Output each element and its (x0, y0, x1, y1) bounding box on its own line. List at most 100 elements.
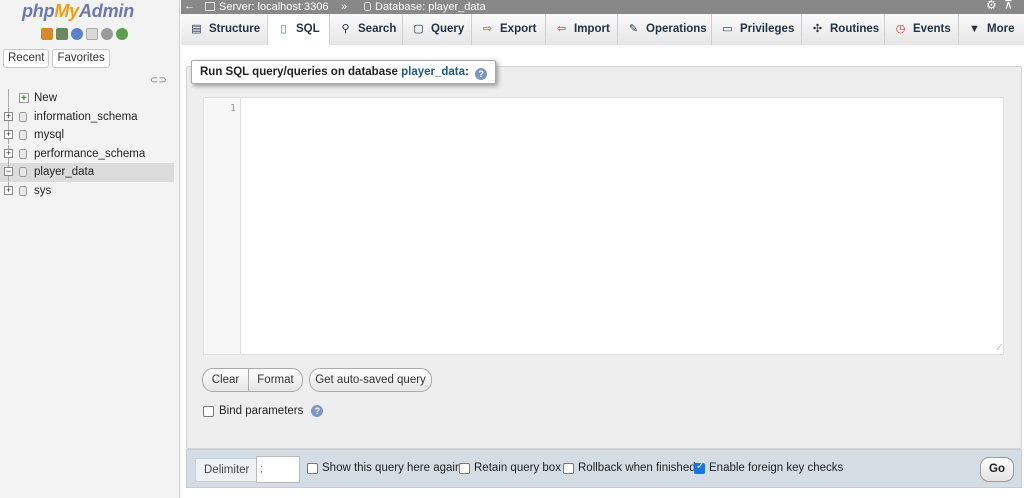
tree-item-label: performance_schema (34, 147, 146, 160)
tab-more[interactable]: ▼ More (959, 14, 1024, 45)
gear-icon[interactable]: ⚙ (986, 0, 997, 12)
resize-handle-icon[interactable]: ⟋ (996, 343, 1002, 353)
legend-database-link[interactable]: player_data (401, 66, 465, 78)
database-icon (19, 111, 27, 122)
tab-search[interactable]: ⚲ Search (330, 14, 403, 45)
query-icon: ▢ (413, 23, 424, 35)
reload-icon[interactable] (116, 28, 128, 40)
retain-query-box-checkbox[interactable] (459, 462, 470, 474)
nav-tabs: Recent Favorites (3, 49, 110, 68)
back-arrow-icon[interactable]: ← (184, 0, 195, 13)
tree-item-label: sys (34, 184, 52, 197)
link-with-main-panel-icon[interactable]: ⊂⊃ (150, 75, 167, 86)
delimiter-label: Delimiter (195, 458, 259, 482)
rollback-when-finished-option[interactable]: Rollback when finished (563, 462, 696, 474)
docs-icon[interactable] (86, 28, 98, 40)
tree-item-information-schema[interactable]: + information_schema (0, 107, 174, 127)
line-number-gutter: 1 (204, 98, 241, 354)
expand-icon[interactable]: + (4, 185, 13, 195)
tab-import[interactable]: ⇦ Import (546, 14, 618, 45)
database-icon (19, 167, 27, 177)
line-number: 1 (229, 103, 236, 114)
tree-item-sys[interactable]: + sys (0, 181, 174, 201)
search-icon: ⚲ (341, 23, 350, 35)
tree-item-player-data[interactable]: − player_data (0, 163, 174, 182)
bind-parameters-checkbox[interactable] (203, 405, 214, 417)
export-icon: ⇨ (482, 23, 493, 35)
expand-icon[interactable]: + (4, 130, 13, 139)
top-menu: ▤ Structure ▯ SQL ⚲ Search ▢ Query ⇨ Export ⇦… (181, 14, 1024, 45)
logout-icon[interactable] (56, 28, 68, 40)
legend-colon: : (465, 66, 469, 78)
tab-privileges[interactable]: ▭ Privileges (712, 14, 802, 45)
tree-line (8, 89, 9, 107)
legend-text: Run SQL query/queries on database (200, 66, 398, 78)
new-icon (19, 90, 29, 109)
navigation-panel: phpMyAdmin Recent Favorites ⊂⊃ New + inf… (0, 0, 180, 498)
tree-item-label: information_schema (34, 110, 138, 123)
tab-export[interactable]: ⇨ Export (472, 14, 546, 45)
collapse-top-icon[interactable]: ⊼ (1004, 0, 1013, 12)
tab-operations[interactable]: ✎ Operations (618, 14, 712, 45)
privileges-icon: ▭ (722, 23, 733, 35)
help-icon[interactable] (71, 28, 83, 40)
tab-events[interactable]: ◷ Events (885, 14, 959, 45)
tab-routines[interactable]: ✣ Routines (802, 14, 885, 45)
home-icon[interactable] (41, 28, 53, 40)
rollback-when-finished-checkbox[interactable] (563, 462, 574, 474)
breadcrumb-database-label: Database: player_data (375, 1, 486, 13)
import-icon: ⇦ (556, 23, 567, 35)
go-button[interactable]: Go (980, 457, 1014, 482)
sql-panel-legend: Run SQL query/queries on database player… (191, 60, 497, 84)
breadcrumb-separator: » (341, 1, 348, 13)
tree-item-label: player_data (34, 166, 95, 178)
enable-foreign-key-checks-option[interactable]: Enable foreign key checks (694, 461, 843, 474)
bind-parameters-row: Bind parameters ? (203, 405, 324, 417)
collapse-icon[interactable]: − (4, 167, 13, 176)
breadcrumb-server[interactable]: Server: localhost:3306 (205, 0, 328, 14)
show-query-again-option[interactable]: Show this query here again (307, 462, 461, 474)
enable-foreign-key-checks-checkbox[interactable] (694, 461, 705, 474)
nav-icon-toolbar (41, 28, 128, 40)
routines-icon: ✣ (812, 23, 823, 35)
format-button[interactable]: Format (248, 368, 303, 392)
breadcrumb-server-label: Server: localhost:3306 (219, 1, 329, 13)
server-icon (205, 2, 215, 11)
tab-sql[interactable]: ▯ SQL (268, 14, 330, 45)
tree-item-performance-schema[interactable]: + performance_schema (0, 144, 174, 164)
retain-query-box-option[interactable]: Retain query box (459, 462, 561, 474)
help-icon[interactable]: ? (475, 68, 488, 80)
show-query-again-checkbox[interactable] (307, 462, 318, 474)
favorites-tab[interactable]: Favorites (52, 49, 110, 68)
tree-item-label: mysql (34, 129, 65, 141)
get-auto-saved-query-button[interactable]: Get auto-saved query (309, 368, 432, 392)
structure-icon: ▤ (191, 23, 202, 35)
database-icon (364, 2, 371, 11)
wrench-icon: ✎ (628, 23, 639, 35)
bind-parameters-label: Bind parameters (219, 405, 304, 417)
phpmyadmin-logo[interactable]: phpMyAdmin (22, 1, 134, 22)
tree-item-mysql[interactable]: + mysql (0, 126, 174, 145)
recent-tab[interactable]: Recent (3, 49, 50, 68)
breadcrumb-database[interactable]: Database: player_data (364, 0, 486, 14)
tree-item-new[interactable]: New (0, 89, 174, 109)
expand-icon[interactable]: + (4, 148, 13, 158)
sql-editor[interactable]: 1 ⟋ (203, 97, 1004, 355)
clear-button[interactable]: Clear (202, 368, 249, 392)
tree-item-label: New (34, 92, 58, 104)
database-tree: New + information_schema + mysql + perfo… (0, 89, 174, 200)
sql-icon: ▯ (280, 23, 287, 35)
breadcrumb: ← Server: localhost:3306 » Database: pla… (181, 0, 1024, 14)
tab-structure[interactable]: ▤ Structure (181, 14, 268, 45)
events-icon: ◷ (895, 23, 906, 35)
database-icon (19, 130, 27, 140)
database-icon (19, 148, 27, 159)
database-icon (19, 185, 27, 196)
settings-icon[interactable] (101, 28, 113, 40)
caret-down-icon: ▼ (969, 23, 980, 35)
help-icon[interactable]: ? (311, 405, 324, 417)
tab-query[interactable]: ▢ Query (403, 14, 472, 45)
expand-icon[interactable]: + (4, 111, 13, 121)
delimiter-input[interactable]: ; (256, 456, 300, 483)
sql-footer: Delimiter ; Show this query here again R… (186, 449, 1022, 488)
